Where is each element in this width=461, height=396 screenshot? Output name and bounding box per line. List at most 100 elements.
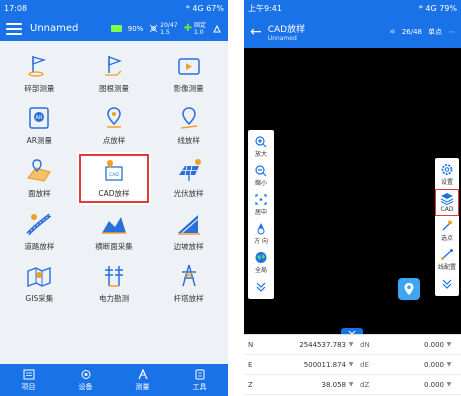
flag-control-icon <box>99 53 129 79</box>
toolbar-button[interactable] <box>435 274 459 294</box>
function-tile[interactable]: 点放样 <box>77 100 152 153</box>
project-title: Unnamed <box>30 23 79 34</box>
map-toolbar-right: 设置 CAD 选点线配置 <box>435 158 459 296</box>
function-tile[interactable]: 电力勘测 <box>77 258 152 311</box>
function-label: 面放样 <box>28 189 51 199</box>
status-bar: 17:08 * 4G 67% <box>0 0 228 16</box>
map-toolbar-left: 放大缩小居中方 向全局 <box>248 130 274 299</box>
chevron-down-icon[interactable]: ▼ <box>346 341 356 348</box>
coord-label: E <box>248 360 253 369</box>
coord-label: N <box>248 340 254 349</box>
coordinate-panel: N 2544537.783 ▼ dN 0.000 ▼ E 500011.874 ▼ dE 0.000… <box>244 334 461 396</box>
toolbar-button[interactable]: 线配置 <box>435 245 459 274</box>
tools-icon <box>194 369 206 380</box>
chevron-down-icon[interactable]: ▼ <box>444 381 454 388</box>
chevron-down-icon[interactable]: ▼ <box>346 381 356 388</box>
toolbar-button[interactable]: 放大 <box>248 132 274 161</box>
receiver-status[interactable]: ⚛ 26/48 单点 ⋯ <box>390 27 455 37</box>
function-label: 点放样 <box>102 136 126 146</box>
function-tile[interactable]: 面放样 <box>2 152 77 205</box>
toolbar-label: 方 向 <box>254 238 268 245</box>
direction-icon <box>254 222 268 235</box>
delta-label: dZ <box>360 380 370 389</box>
battery-icon <box>110 25 122 32</box>
more-icon[interactable]: ⋯ <box>448 28 455 36</box>
toolbar-button[interactable]: 居中 <box>248 190 274 219</box>
nav-item[interactable]: 工具 <box>171 364 228 396</box>
function-label: 线放样 <box>177 136 200 146</box>
bottom-nav: 项目 设备 测量 工具 <box>0 364 228 396</box>
toolbar-label: 线配置 <box>437 264 456 271</box>
toolbar-label: 居中 <box>254 209 267 216</box>
map-canvas[interactable] <box>244 48 461 334</box>
function-tile[interactable]: 碎部测量 <box>2 47 77 100</box>
status-indicators: * 4G 67% <box>185 3 224 13</box>
slope-stakeout-icon <box>174 211 204 237</box>
nav-item[interactable]: 测量 <box>114 364 171 396</box>
toolbar-button[interactable]: 缩小 <box>248 161 274 190</box>
measure-icon <box>137 368 149 380</box>
function-tile[interactable]: AR AR测量 <box>2 100 77 153</box>
nav-item[interactable]: 项目 <box>0 364 57 396</box>
function-label: 边坡放样 <box>173 241 204 251</box>
toolbar-label: 选点 <box>440 235 453 242</box>
satellite-icon <box>149 24 158 33</box>
delta-label: dN <box>360 340 370 349</box>
select-point-icon <box>440 219 454 232</box>
device-icon <box>80 369 92 380</box>
nav-label: 设备 <box>78 382 93 391</box>
tower-stakeout-icon <box>174 263 204 289</box>
project-icon <box>23 369 35 380</box>
function-tile[interactable]: 线放样 <box>151 100 226 153</box>
diff-chip: ✚ 固定 1.0 <box>184 22 206 36</box>
sat-count: 26/48 <box>401 28 422 36</box>
function-tile[interactable]: 道路放样 <box>2 205 77 258</box>
function-label: 电力勘测 <box>98 294 129 304</box>
back-arrow-icon[interactable]: ← <box>250 24 262 40</box>
line-config-icon <box>440 248 454 261</box>
zoom-in-icon <box>254 135 268 148</box>
function-tile[interactable]: 影像测量 <box>151 47 226 100</box>
chevron-down-icon[interactable]: ▼ <box>346 361 356 368</box>
surface-stakeout-icon <box>24 158 54 184</box>
chevron-down-icon <box>440 277 454 290</box>
function-label: AR测量 <box>26 136 52 146</box>
road-stakeout-icon <box>24 211 54 237</box>
toolbar-button[interactable]: 选点 <box>435 216 459 245</box>
toolbar-label: 缩小 <box>254 180 267 187</box>
chevron-down-icon[interactable]: ▼ <box>444 361 454 368</box>
app-bar: ← CAD放样 Unnamed ⚛ 26/48 单点 ⋯ <box>244 16 461 48</box>
toolbar-button[interactable]: 全局 <box>248 248 274 277</box>
sat-count: 20/47 <box>160 21 178 29</box>
function-tile[interactable]: 图根测量 <box>77 47 152 100</box>
toolbar-button[interactable]: 设置 <box>435 160 459 189</box>
project-subtitle: Unnamed <box>267 35 297 42</box>
function-tile[interactable]: CAD CAD放样 <box>76 152 152 205</box>
coord-value: 38.058 <box>321 380 347 389</box>
solar-stakeout-icon <box>174 158 204 184</box>
fix-age: 1.0 <box>193 28 204 36</box>
nav-item[interactable]: 设备 <box>57 364 114 396</box>
coord-value: 500011.874 <box>303 360 346 369</box>
function-label: CAD放样 <box>98 189 130 199</box>
sat-pdop: 1.5 <box>160 28 170 36</box>
function-tile[interactable]: 杆塔放样 <box>151 258 226 311</box>
center-icon <box>254 193 268 206</box>
receiver-status[interactable]: 90% 20/47 1.5 ✚ 固定 1.0 <box>110 21 222 36</box>
toolbar-button[interactable]: CAD <box>435 189 459 216</box>
line-stakeout-icon <box>174 105 204 131</box>
function-tile[interactable]: 光伏放样 <box>151 152 226 205</box>
toolbar-button[interactable] <box>248 277 274 297</box>
function-tile[interactable]: GIS采集 <box>2 258 77 311</box>
function-tile[interactable]: 横断面采集 <box>77 205 152 258</box>
delta-value: 0.000 <box>423 340 444 349</box>
menu-icon[interactable] <box>6 22 22 35</box>
chevron-down-icon[interactable]: ▼ <box>444 341 454 348</box>
page-title: CAD放样 <box>267 25 306 35</box>
function-tile[interactable]: 边坡放样 <box>151 205 226 258</box>
toolbar-button[interactable]: 方 向 <box>248 219 274 248</box>
image-capture-icon <box>174 53 204 79</box>
flag-point-icon <box>24 53 54 79</box>
settings-icon <box>440 163 454 176</box>
locate-button[interactable] <box>398 278 420 300</box>
